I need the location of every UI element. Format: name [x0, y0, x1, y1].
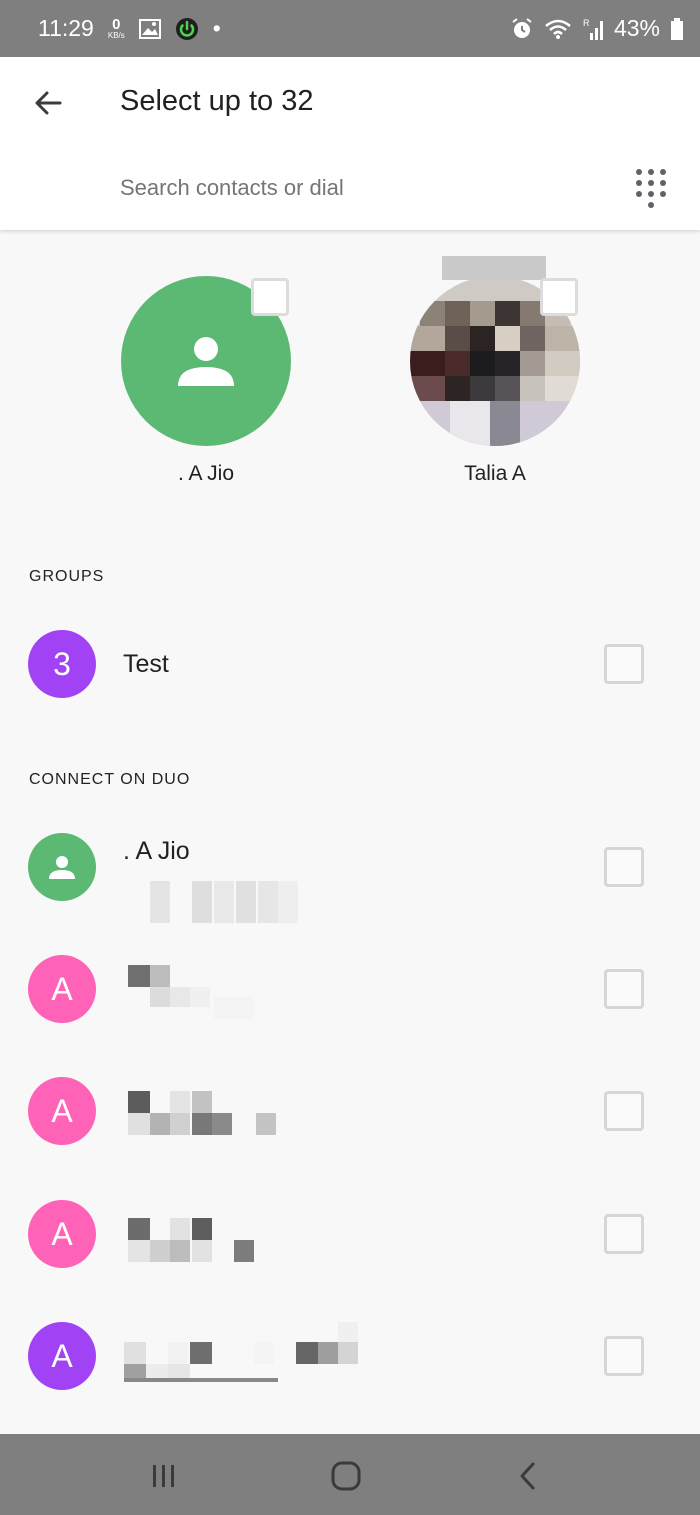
avatar: A: [28, 1322, 96, 1390]
row-checkbox[interactable]: [604, 847, 644, 887]
back-button[interactable]: [24, 79, 72, 127]
network-speed: 0 KB/s: [108, 17, 125, 40]
home-icon: [331, 1461, 361, 1491]
list-item[interactable]: A: [0, 1322, 700, 1402]
avatar: A: [28, 1077, 96, 1145]
selected-contact[interactable]: . A Jio: [121, 276, 291, 486]
selected-contact-name: Talia A: [464, 462, 526, 485]
search-input[interactable]: [120, 175, 600, 201]
dialpad-icon: [636, 169, 666, 208]
contact-checkbox[interactable]: [251, 278, 289, 316]
wifi-icon: [544, 18, 572, 40]
list-item[interactable]: . A Jio: [0, 833, 700, 923]
list-item[interactable]: A: [0, 955, 700, 1035]
avatar: [28, 833, 96, 901]
blurred-pixels: [128, 1091, 278, 1142]
blurred-pixels: [442, 256, 546, 280]
avatar: 3: [28, 630, 96, 698]
signal-icon: R: [582, 17, 604, 41]
list-item[interactable]: A: [0, 1200, 700, 1280]
section-label-groups: GROUPS: [29, 568, 105, 585]
home-button[interactable]: [326, 1456, 366, 1496]
app-header: Select up to 32: [0, 57, 700, 230]
image-icon: [138, 18, 161, 39]
dialpad-button[interactable]: [628, 165, 674, 211]
svg-text:R: R: [583, 18, 590, 28]
network-speed-unit: KB/s: [107, 31, 125, 40]
selected-contact[interactable]: Talia A: [410, 256, 580, 486]
row-checkbox[interactable]: [604, 1336, 644, 1376]
section-label-connect: CONNECT ON DUO: [29, 771, 191, 788]
network-speed-value: 0: [112, 16, 121, 33]
arrow-back-icon: [35, 91, 62, 115]
person-icon: [178, 337, 234, 386]
avatar: A: [28, 955, 96, 1023]
person-icon: [49, 856, 75, 879]
nav-back-button[interactable]: [508, 1456, 548, 1496]
page-title: Select up to 32: [120, 85, 314, 117]
blurred-pixels: [128, 881, 300, 928]
power-icon: [175, 17, 199, 41]
recent-apps-button[interactable]: [144, 1456, 184, 1496]
chevron-left-icon: [520, 1462, 535, 1490]
blurred-pixels: [128, 965, 258, 1030]
selected-contact-name: . A Jio: [177, 462, 235, 485]
battery-percent: 43%: [613, 15, 660, 41]
row-checkbox[interactable]: [604, 969, 644, 1009]
contact-checkbox[interactable]: [540, 278, 578, 316]
blurred-pixels: [124, 1322, 364, 1391]
list-item-name: . A Jio: [123, 837, 190, 865]
navigation-bar: [0, 1434, 700, 1515]
recent-apps-icon: [153, 1465, 174, 1487]
status-bar: 11:29 0 KB/s • R 43%: [0, 0, 700, 57]
status-time: 11:29: [38, 15, 94, 41]
list-item-name: Test: [123, 650, 169, 678]
blurred-pixels: [128, 1218, 278, 1269]
row-checkbox[interactable]: [604, 1091, 644, 1131]
row-checkbox[interactable]: [604, 1214, 644, 1254]
avatar: A: [28, 1200, 96, 1268]
row-checkbox[interactable]: [604, 644, 644, 684]
status-dot: •: [212, 15, 221, 41]
list-item[interactable]: A: [0, 1077, 700, 1157]
list-item[interactable]: 3 Test: [0, 630, 700, 710]
battery-icon: [670, 17, 684, 41]
alarm-icon: [510, 17, 534, 41]
